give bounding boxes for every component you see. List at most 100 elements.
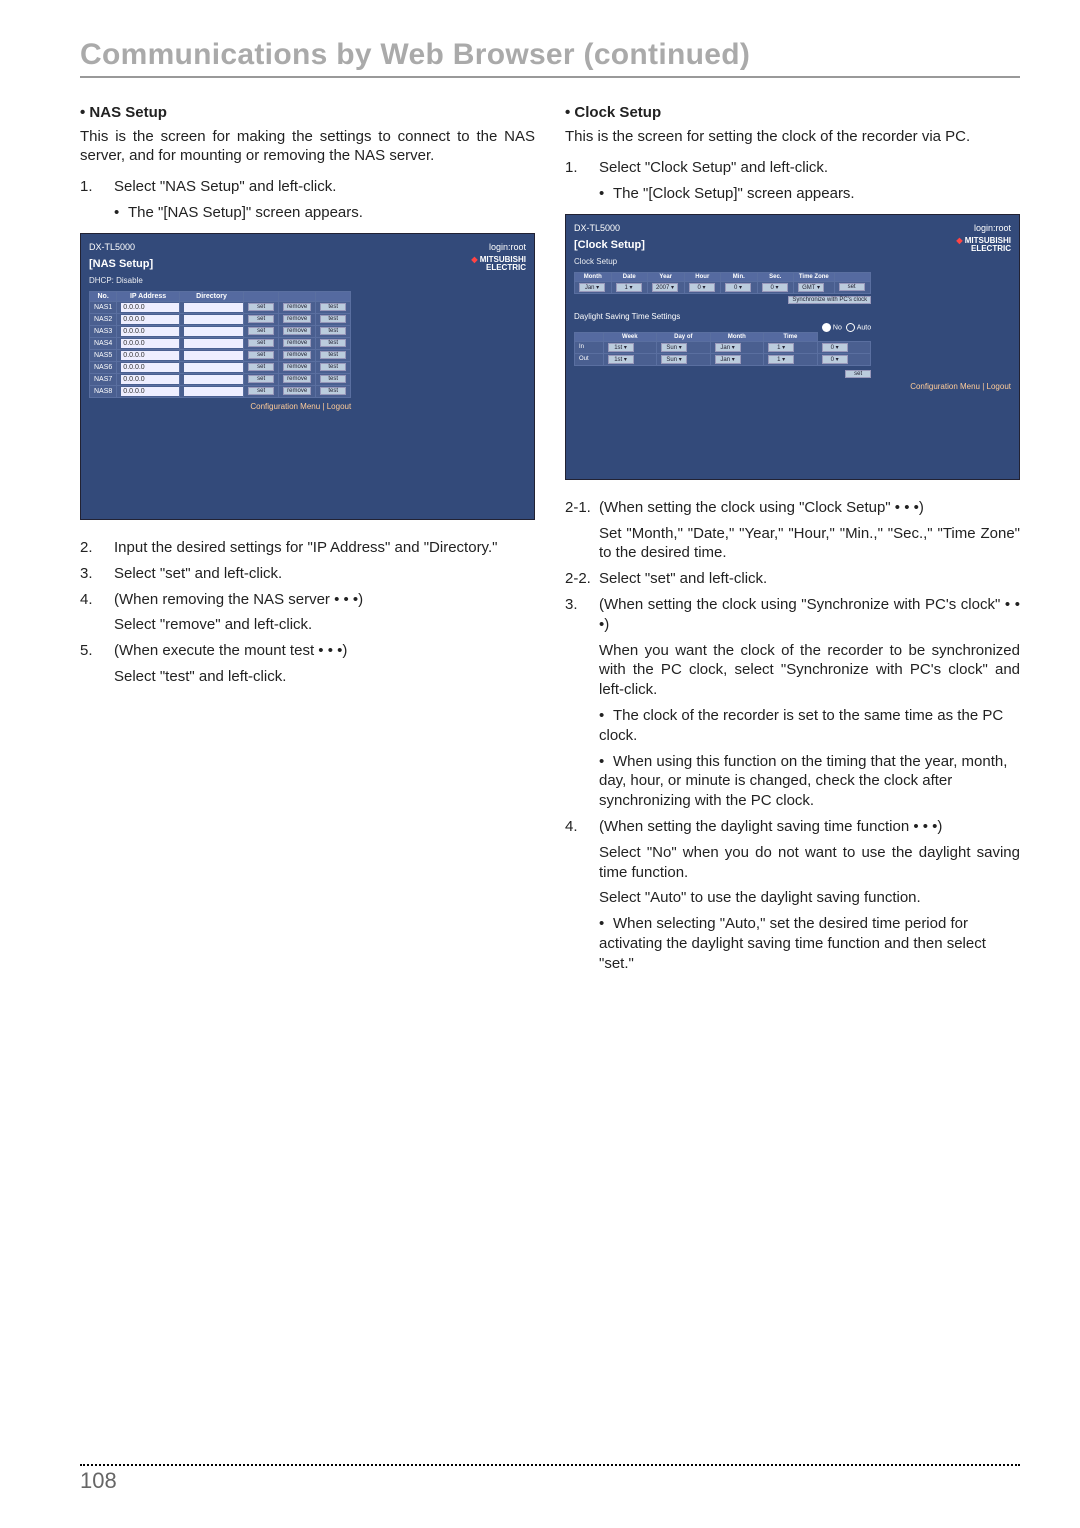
clock-shot-title: [Clock Setup] [574,239,645,251]
dir-input[interactable] [184,351,243,360]
clock-sub3-2: •When using this function on the timing … [599,752,1020,811]
radio-icon[interactable] [846,323,855,332]
nas-screenshot: DX-TL5000 login:root [NAS Setup] DHCP: D… [80,233,535,520]
nas-steps-top: 1.Select "NAS Setup" and left-click. [80,177,535,197]
page-number: 108 [80,1468,1020,1494]
set-button[interactable]: set [248,375,274,383]
dst-field[interactable]: 1st ▾ [608,355,634,364]
table-row: NAS3setremovetest [90,325,351,337]
login-label: login:root [974,223,1011,233]
dst-field[interactable]: 0 ▾ [822,355,848,364]
test-button[interactable]: test [320,327,346,335]
dir-input[interactable] [184,327,243,336]
table-row: NAS2setremovetest [90,313,351,325]
ip-input[interactable] [121,327,179,336]
table-row: NAS6setremovetest [90,361,351,373]
set-button[interactable]: set [248,363,274,371]
dir-input[interactable] [184,375,243,384]
clock-field[interactable]: 0 ▾ [689,283,715,292]
nas-heading: • NAS Setup [80,104,535,121]
table-row: Out1st ▾Sun ▾Jan ▾1 ▾0 ▾ [575,353,871,365]
set-button[interactable]: set [839,283,865,291]
set-button[interactable]: set [248,315,274,323]
set-button[interactable]: set [248,327,274,335]
test-button[interactable]: test [320,315,346,323]
set-button[interactable]: set [248,303,274,311]
table-row: In1st ▾Sun ▾Jan ▾1 ▾0 ▾ [575,341,871,353]
set-button[interactable]: set [248,351,274,359]
dst-field[interactable]: Sun ▾ [661,355,687,364]
mitsubishi-logo: ◆ MITSUBISHIELECTRIC [956,237,1011,253]
mitsubishi-logo: ◆ MITSUBISHIELECTRIC [471,256,526,272]
test-button[interactable]: test [320,375,346,383]
set-button[interactable]: set [248,339,274,347]
dst-field[interactable]: 1 ▾ [768,343,794,352]
model-label: DX-TL5000 [574,223,620,233]
ip-input[interactable] [121,363,179,372]
dir-input[interactable] [184,303,243,312]
ip-input[interactable] [121,387,179,396]
remove-button[interactable]: remove [283,303,311,311]
clock-field[interactable]: GMT ▾ [798,283,824,292]
clock-steps-top: 1.Select "Clock Setup" and left-click. [565,158,1020,178]
remove-button[interactable]: remove [283,363,311,371]
dst-field[interactable]: Jan ▾ [715,355,741,364]
dir-input[interactable] [184,339,243,348]
test-button[interactable]: test [320,387,346,395]
clock-step4-sub: •When selecting "Auto," set the desired … [599,914,1020,973]
nas-crumb: DHCP: Disable [89,276,153,285]
ip-input[interactable] [121,351,179,360]
remove-button[interactable]: remove [283,327,311,335]
dir-input[interactable] [184,387,243,396]
dst-set-button[interactable]: set [845,370,871,378]
nas-shot-title: [NAS Setup] [89,258,153,270]
test-button[interactable]: test [320,339,346,347]
dst-field[interactable]: 1st ▾ [608,343,634,352]
test-button[interactable]: test [320,303,346,311]
clock-field[interactable]: 0 ▾ [762,283,788,292]
clock-step4: 4.(When setting the daylight saving time… [565,817,1020,908]
nas-table: No. IP Address Directory NAS1setremovete… [89,291,351,398]
table-row: NAS7setremovetest [90,373,351,385]
login-label: login:root [489,242,526,252]
remove-button[interactable]: remove [283,339,311,347]
test-button[interactable]: test [320,351,346,359]
dir-input[interactable] [184,363,243,372]
sync-pc-button[interactable]: Synchronize with PC's clock [788,296,871,304]
table-row: NAS5setremovetest [90,349,351,361]
table-row: NAS1setremovetest [90,301,351,313]
config-menu-link[interactable]: Configuration Menu | Logout [574,382,1011,391]
dst-radio-group[interactable]: No Auto [574,323,871,332]
nas-step1-sub: •The "[NAS Setup]" screen appears. [114,203,535,223]
clock-crumb: Clock Setup [574,257,645,266]
clock-field[interactable]: Jan ▾ [579,283,605,292]
ip-input[interactable] [121,315,179,324]
table-row: NAS4setremovetest [90,337,351,349]
set-button[interactable]: set [248,387,274,395]
test-button[interactable]: test [320,363,346,371]
nas-steps-bottom: 2.Input the desired settings for "IP Add… [80,538,535,687]
dst-field[interactable]: 1 ▾ [768,355,794,364]
clock-field[interactable]: 1 ▾ [616,283,642,292]
clock-table: MonthDateYearHourMin.Sec.Time Zone Jan ▾… [574,272,871,294]
remove-button[interactable]: remove [283,375,311,383]
ip-input[interactable] [121,375,179,384]
clock-intro: This is the screen for setting the clock… [565,127,1020,146]
dst-field[interactable]: Sun ▾ [661,343,687,352]
dst-field[interactable]: 0 ▾ [822,343,848,352]
dir-input[interactable] [184,315,243,324]
clock-heading: • Clock Setup [565,104,1020,121]
clock-field[interactable]: 2007 ▾ [652,283,678,292]
remove-button[interactable]: remove [283,387,311,395]
clock-field[interactable]: 0 ▾ [725,283,751,292]
dst-heading: Daylight Saving Time Settings [574,312,1011,321]
radio-icon[interactable] [822,323,831,332]
clock-step1-sub: •The "[Clock Setup]" screen appears. [599,184,1020,204]
config-menu-link[interactable]: Configuration Menu | Logout [89,402,351,411]
ip-input[interactable] [121,339,179,348]
remove-button[interactable]: remove [283,315,311,323]
dst-field[interactable]: Jan ▾ [715,343,741,352]
clock-sub3-1: •The clock of the recorder is set to the… [599,706,1020,746]
ip-input[interactable] [121,303,179,312]
remove-button[interactable]: remove [283,351,311,359]
